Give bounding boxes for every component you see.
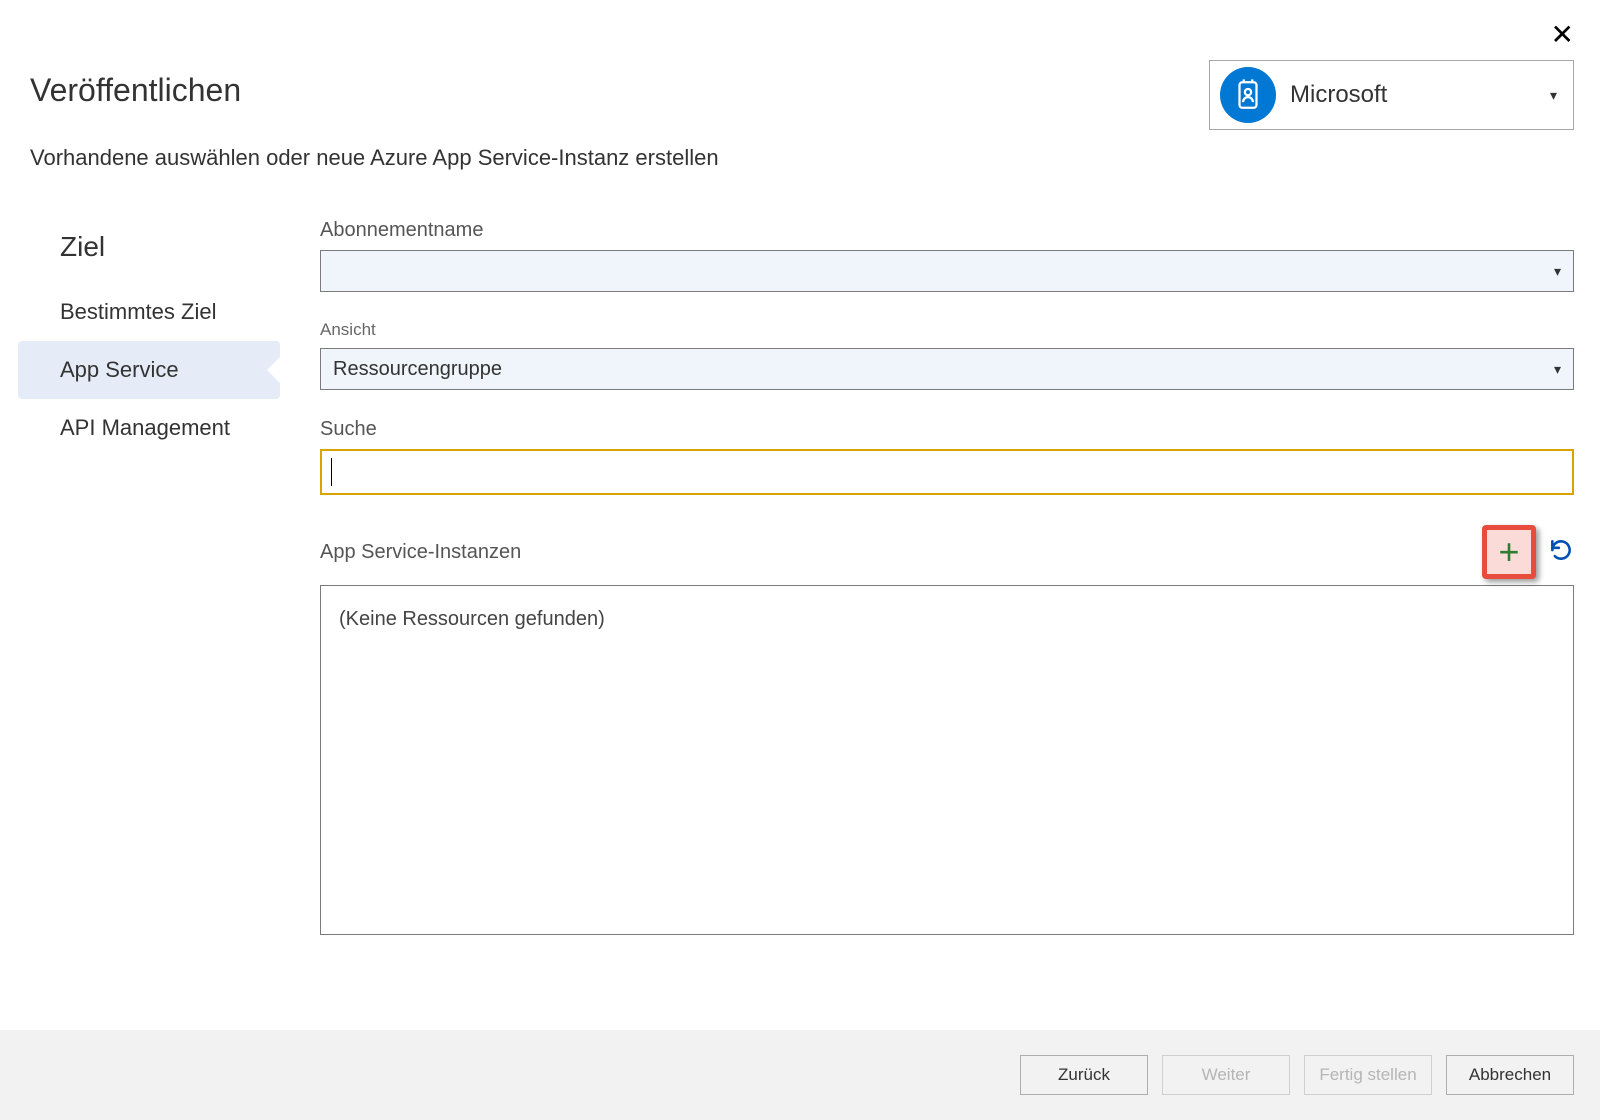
plus-icon: + — [1498, 534, 1519, 570]
subscription-label: Abonnementname — [320, 219, 1574, 242]
instances-label: App Service-Instanzen — [320, 541, 521, 564]
sidebar-item-target[interactable]: Bestimmtes Ziel — [0, 283, 280, 341]
instances-empty-text: (Keine Ressourcen gefunden) — [339, 608, 605, 630]
account-selector[interactable]: Microsoft ▾ — [1209, 60, 1574, 130]
back-button[interactable]: Zurück — [1020, 1055, 1148, 1095]
chevron-down-icon: ▾ — [1550, 87, 1563, 104]
instances-list[interactable]: (Keine Ressourcen gefunden) — [320, 585, 1574, 935]
account-avatar-icon — [1220, 67, 1276, 123]
sidebar-item-app-service[interactable]: App Service — [18, 341, 280, 399]
view-dropdown[interactable]: Ressourcengruppe ▾ — [320, 348, 1574, 390]
sidebar-heading: Ziel — [0, 231, 280, 283]
close-button[interactable]: ✕ — [1551, 18, 1574, 51]
page-subtitle: Vorhandene auswählen oder neue Azure App… — [30, 145, 1600, 171]
next-button[interactable]: Weiter — [1162, 1055, 1290, 1095]
refresh-button[interactable] — [1548, 537, 1574, 568]
sidebar-item-api-management[interactable]: API Management — [0, 399, 280, 457]
view-value: Ressourcengruppe — [333, 358, 502, 381]
chevron-down-icon: ▾ — [1554, 361, 1561, 378]
add-instance-button[interactable]: + — [1482, 525, 1536, 579]
search-input[interactable] — [320, 449, 1574, 495]
cancel-button[interactable]: Abbrechen — [1446, 1055, 1574, 1095]
wizard-footer: Zurück Weiter Fertig stellen Abbrechen — [0, 1030, 1600, 1120]
text-cursor — [331, 458, 332, 486]
view-label: Ansicht — [320, 320, 1574, 340]
subscription-dropdown[interactable]: ▾ — [320, 250, 1574, 292]
chevron-down-icon: ▾ — [1554, 263, 1561, 280]
search-label: Suche — [320, 418, 1574, 441]
finish-button[interactable]: Fertig stellen — [1304, 1055, 1432, 1095]
wizard-sidebar: Ziel Bestimmtes Ziel App Service API Man… — [0, 219, 280, 935]
account-name: Microsoft — [1290, 81, 1536, 109]
